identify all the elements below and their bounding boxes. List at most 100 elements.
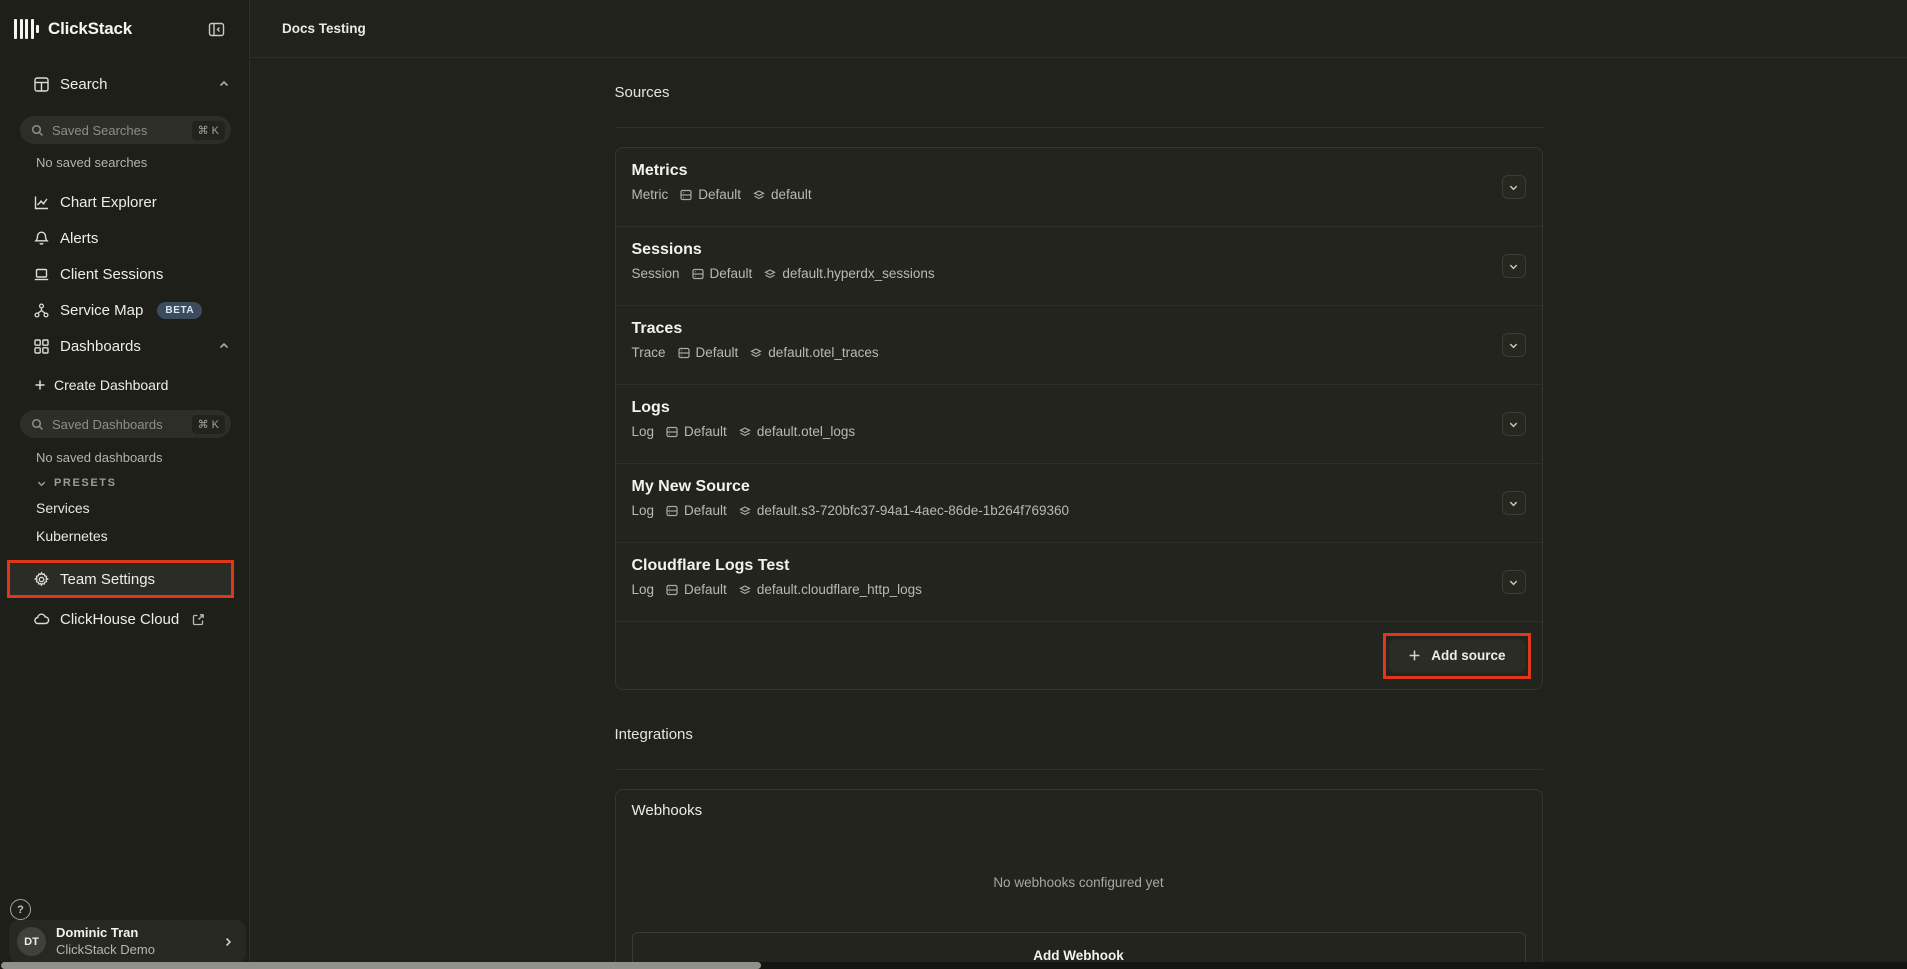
source-row: Traces Trace Default default.otel_traces	[616, 306, 1542, 385]
preset-item-kubernetes[interactable]: Kubernetes	[36, 528, 108, 544]
source-subtitle: Trace Default default.otel_traces	[632, 345, 1526, 360]
brand: ClickStack	[14, 13, 236, 45]
server-icon	[665, 583, 679, 597]
source-name: Sessions	[632, 241, 1526, 259]
source-connection: Default	[710, 266, 753, 281]
webhooks-empty-text: No webhooks configured yet	[632, 875, 1526, 890]
brand-name: ClickStack	[48, 19, 132, 39]
source-table: default.cloudflare_http_logs	[757, 582, 922, 597]
saved-dashboards-input[interactable]: Saved Dashboards ⌘ K	[20, 410, 231, 438]
sidebar-item-client-sessions[interactable]: Client Sessions	[0, 262, 250, 286]
sidebar-item-label: Chart Explorer	[60, 194, 157, 211]
search-icon	[31, 418, 44, 431]
sources-heading: Sources	[615, 58, 1543, 128]
sources-card-footer: Add source	[616, 622, 1542, 689]
sidebar-item-label: Dashboards	[60, 338, 141, 355]
chevron-down-icon	[36, 478, 47, 489]
source-row: Sessions Session Default default.hyperdx…	[616, 227, 1542, 306]
search-icon	[31, 124, 44, 137]
sidebar-item-service-map[interactable]: Service Map BETA	[0, 298, 250, 322]
stack-icon	[738, 583, 752, 597]
source-table: default	[771, 187, 812, 202]
saved-dashboards-placeholder: Saved Dashboards	[52, 417, 192, 432]
sidebar-item-label: Search	[60, 76, 108, 93]
user-name: Dominic Tran	[56, 925, 222, 941]
preset-item-services[interactable]: Services	[36, 500, 90, 516]
avatar: DT	[17, 927, 46, 956]
plus-icon	[1408, 649, 1421, 662]
source-row: My New Source Log Default default.s3-720…	[616, 464, 1542, 543]
presets-toggle[interactable]: PRESETS	[36, 477, 117, 489]
stack-icon	[738, 504, 752, 518]
sidebar-item-label: Client Sessions	[60, 266, 163, 283]
source-name: Cloudflare Logs Test	[632, 557, 1526, 575]
shortcut-badge: ⌘ K	[192, 415, 225, 434]
source-subtitle: Session Default default.hyperdx_sessions	[632, 266, 1526, 281]
source-table: default.otel_logs	[757, 424, 855, 439]
chevron-up-icon[interactable]	[218, 340, 230, 352]
source-name: Logs	[632, 399, 1526, 417]
table-icon	[33, 76, 50, 93]
top-bar: Docs Testing	[250, 0, 1907, 58]
expand-source-button[interactable]	[1502, 254, 1526, 278]
source-kind: Log	[632, 503, 655, 518]
user-meta: Dominic Tran ClickStack Demo	[56, 925, 222, 958]
sidebar-item-clickhouse-cloud[interactable]: ClickHouse Cloud	[0, 607, 250, 631]
presets-label: PRESETS	[54, 477, 117, 489]
source-row: Cloudflare Logs Test Log Default default…	[616, 543, 1542, 622]
source-table: default.hyperdx_sessions	[782, 266, 934, 281]
expand-source-button[interactable]	[1502, 333, 1526, 357]
source-name: My New Source	[632, 478, 1526, 496]
sources-card: Metrics Metric Default default Sessions …	[615, 147, 1543, 690]
create-dashboard-button[interactable]: Create Dashboard	[0, 374, 250, 396]
help-glyph: ?	[17, 904, 24, 916]
sidebar-item-alerts[interactable]: Alerts	[0, 226, 250, 250]
webhooks-title: Webhooks	[632, 802, 1526, 819]
server-icon	[691, 267, 705, 281]
no-saved-dashboards-text: No saved dashboards	[36, 450, 162, 465]
expand-source-button[interactable]	[1502, 175, 1526, 199]
source-name: Metrics	[632, 162, 1526, 180]
sidebar-item-search[interactable]: Search	[0, 72, 250, 96]
expand-source-button[interactable]	[1502, 412, 1526, 436]
server-icon	[665, 504, 679, 518]
help-button[interactable]: ?	[10, 899, 31, 920]
sidebar-item-label: Alerts	[60, 230, 98, 247]
source-connection: Default	[684, 503, 727, 518]
server-icon	[679, 188, 693, 202]
source-connection: Default	[684, 582, 727, 597]
source-subtitle: Log Default default.cloudflare_http_logs	[632, 582, 1526, 597]
expand-source-button[interactable]	[1502, 491, 1526, 515]
chevron-up-icon[interactable]	[218, 78, 230, 90]
stack-icon	[738, 425, 752, 439]
webhooks-card: Webhooks No webhooks configured yet Add …	[615, 789, 1543, 969]
source-kind: Trace	[632, 345, 666, 360]
add-source-button[interactable]: Add source	[1389, 639, 1524, 673]
page-title: Docs Testing	[282, 21, 366, 36]
stack-icon	[749, 346, 763, 360]
laptop-icon	[33, 266, 50, 283]
source-row: Metrics Metric Default default	[616, 148, 1542, 227]
no-saved-searches-text: No saved searches	[36, 155, 147, 170]
sidebar-item-dashboards[interactable]: Dashboards	[0, 334, 250, 358]
grid-icon	[33, 338, 50, 355]
chevron-right-icon	[222, 936, 234, 948]
sidebar-item-chart-explorer[interactable]: Chart Explorer	[0, 190, 250, 214]
clickstack-logo-icon	[14, 19, 39, 39]
source-kind: Metric	[632, 187, 669, 202]
horizontal-scrollbar-track	[0, 962, 1907, 969]
source-kind: Session	[632, 266, 680, 281]
source-connection: Default	[684, 424, 727, 439]
saved-searches-input[interactable]: Saved Searches ⌘ K	[20, 116, 231, 144]
add-source-label: Add source	[1431, 648, 1505, 663]
sidebar-collapse-icon[interactable]	[204, 17, 228, 41]
source-kind: Log	[632, 582, 655, 597]
user-menu[interactable]: DT Dominic Tran ClickStack Demo	[9, 920, 246, 963]
sidebar-item-label: Service Map	[60, 302, 143, 319]
horizontal-scrollbar-thumb[interactable]	[1, 962, 761, 969]
plus-icon	[34, 379, 46, 391]
source-row: Logs Log Default default.otel_logs	[616, 385, 1542, 464]
source-table: default.s3-720bfc37-94a1-4aec-86de-1b264…	[757, 503, 1069, 518]
expand-source-button[interactable]	[1502, 570, 1526, 594]
source-subtitle: Log Default default.s3-720bfc37-94a1-4ae…	[632, 503, 1526, 518]
